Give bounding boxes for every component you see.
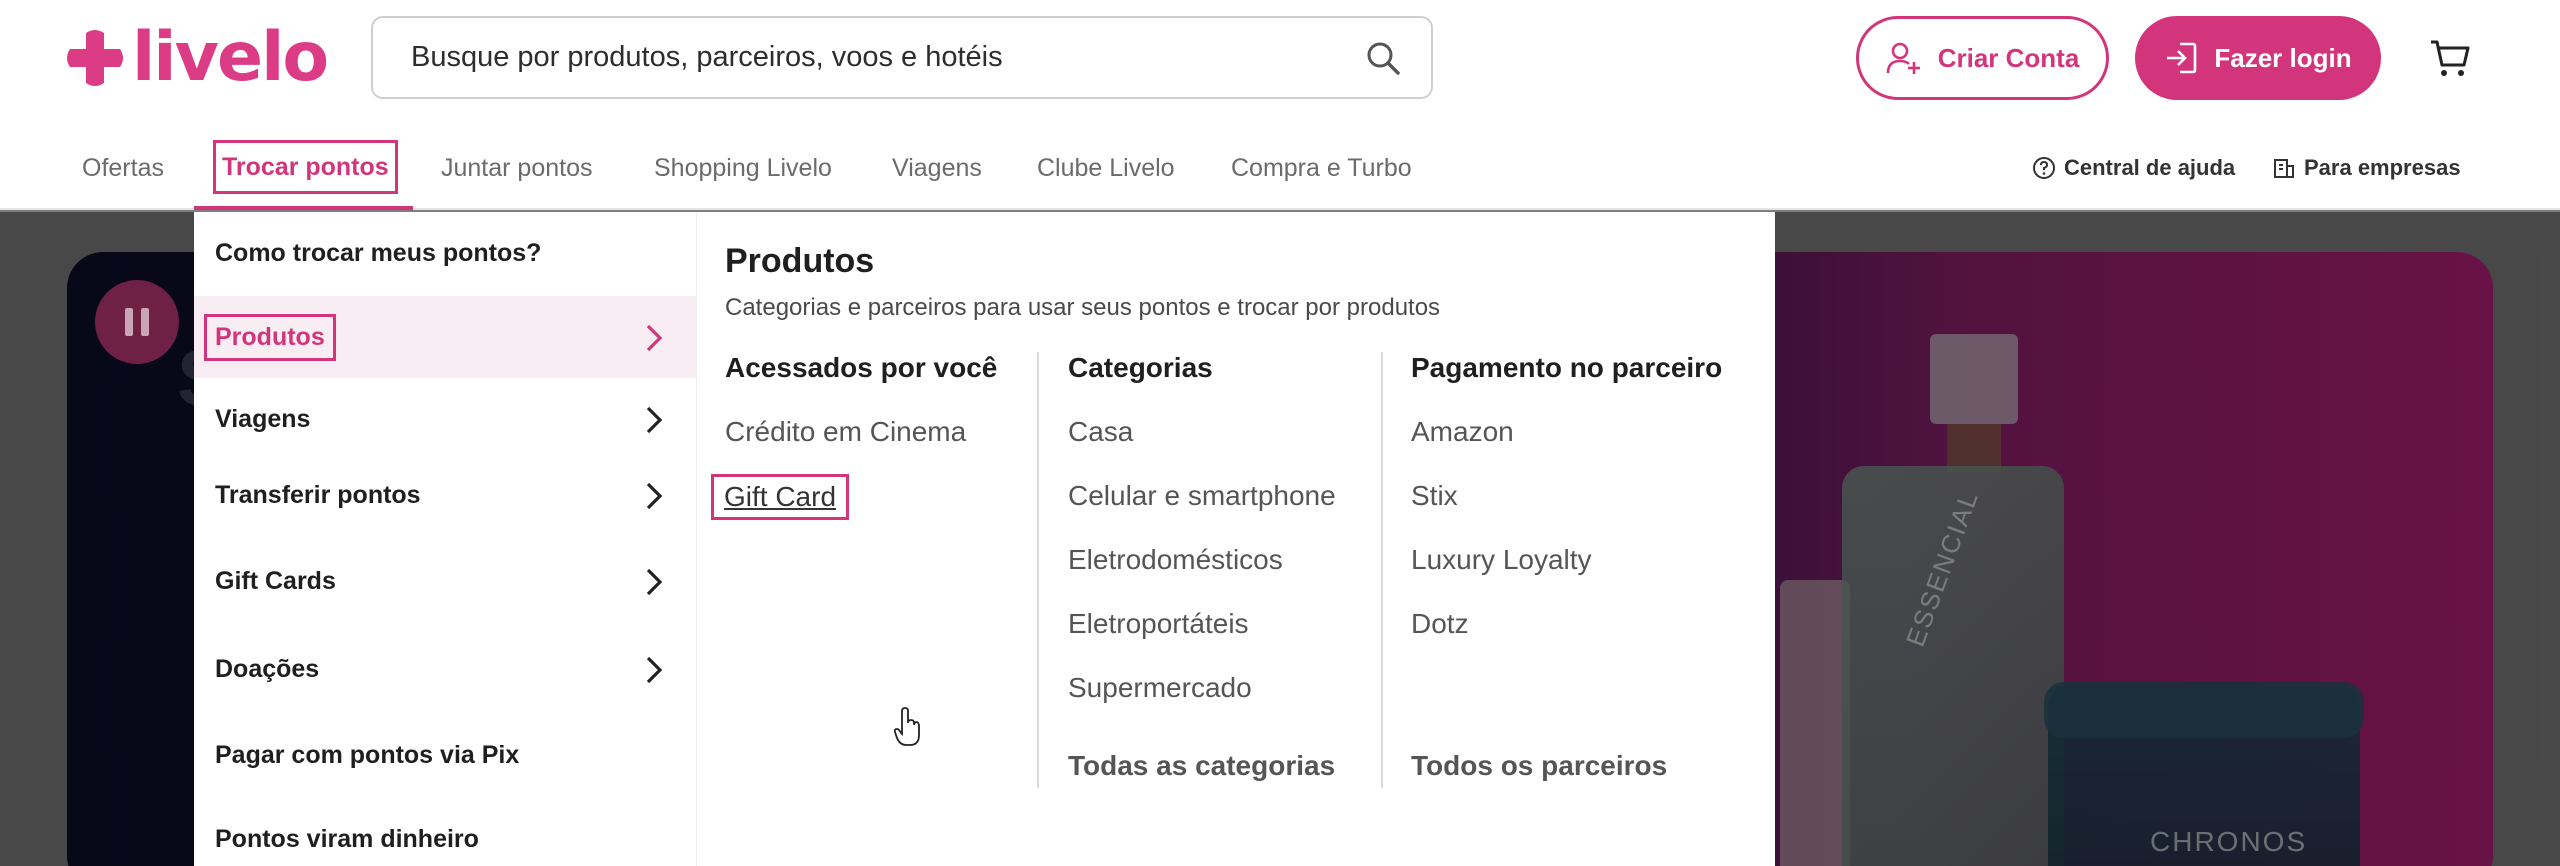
site-header: livelo Busque por produtos, parceiros, v… — [0, 0, 2560, 210]
livelo-plus-icon — [67, 30, 123, 86]
mega-menu-produtos-panel: Produtos Categorias e parceiros para usa… — [696, 212, 1775, 866]
nav-active-underline — [194, 206, 413, 210]
cart-icon[interactable] — [2428, 36, 2472, 80]
column-divider — [1037, 352, 1039, 788]
menu-item-produtos-label: Produtos — [204, 313, 336, 361]
menu-item-produtos[interactable]: Produtos — [194, 296, 696, 378]
chevron-right-icon — [646, 482, 663, 510]
mega-menu-categories: Como trocar meus pontos? Produtos Viagen… — [194, 212, 696, 866]
link-celular[interactable]: Celular e smartphone — [1068, 480, 1336, 512]
search-input[interactable]: Busque por produtos, parceiros, voos e h… — [371, 16, 1433, 99]
chevron-right-icon — [646, 406, 663, 434]
nav-ofertas[interactable]: Ofertas — [82, 148, 164, 188]
menu-item-doacoes-label: Doações — [215, 654, 320, 683]
fazer-login-button[interactable]: Fazer login — [2135, 16, 2381, 100]
link-eletrodomesticos[interactable]: Eletrodomésticos — [1068, 544, 1283, 576]
link-stix[interactable]: Stix — [1411, 480, 1458, 512]
link-eletroportateis[interactable]: Eletroportáteis — [1068, 608, 1249, 640]
link-dotz[interactable]: Dotz — [1411, 608, 1469, 640]
nav-viagens[interactable]: Viagens — [892, 148, 982, 188]
central-de-ajuda-label: Central de ajuda — [2064, 155, 2236, 180]
carousel-pause-button[interactable] — [95, 280, 179, 364]
nav-compra-e-turbo[interactable]: Compra e Turbo — [1231, 148, 1412, 188]
pause-icon — [125, 308, 133, 336]
livelo-logo[interactable]: livelo — [66, 18, 329, 97]
menu-item-gift-cards[interactable]: Gift Cards — [194, 540, 696, 622]
para-empresas-label: Para empresas — [2304, 155, 2461, 180]
link-supermercado[interactable]: Supermercado — [1068, 672, 1252, 704]
menu-item-pontos-dinheiro-label: Pontos viram dinheiro — [215, 824, 479, 853]
menu-item-doacoes[interactable]: Doações — [194, 628, 696, 710]
pause-icon-bar — [141, 308, 149, 336]
menu-item-transferir-pontos[interactable]: Transferir pontos — [194, 454, 696, 536]
column-acessados: Acessados por você Crédito em Cinema Gif… — [711, 352, 1025, 746]
menu-item-pontos-dinheiro[interactable]: Pontos viram dinheiro — [194, 798, 696, 866]
menu-como-trocar[interactable]: Como trocar meus pontos? — [194, 212, 696, 294]
menu-item-transferir-label: Transferir pontos — [215, 480, 421, 509]
menu-item-gift-cards-label: Gift Cards — [215, 566, 336, 595]
link-todos-parceiros[interactable]: Todos os parceiros — [1411, 750, 1667, 782]
menu-item-viagens[interactable]: Viagens — [194, 378, 696, 460]
link-credito-cinema[interactable]: Crédito em Cinema — [725, 416, 966, 448]
menu-item-viagens-label: Viagens — [215, 404, 311, 433]
link-casa[interactable]: Casa — [1068, 416, 1133, 448]
menu-item-pix[interactable]: Pagar com pontos via Pix — [194, 714, 696, 796]
nav-trocar-pontos[interactable]: Trocar pontos — [213, 140, 398, 194]
nav-juntar-pontos[interactable]: Juntar pontos — [441, 148, 593, 188]
column-divider — [1381, 352, 1383, 788]
main-nav: Ofertas Trocar pontos Juntar pontos Shop… — [0, 140, 2560, 210]
help-icon — [2033, 157, 2055, 179]
pointer-hand-icon — [894, 707, 920, 746]
criar-conta-label: Criar Conta — [1937, 42, 2080, 73]
chevron-right-icon — [646, 324, 663, 352]
column-categorias: Categorias Casa Celular e smartphone Ele… — [1068, 352, 1378, 781]
menu-item-pix-label: Pagar com pontos via Pix — [215, 740, 520, 769]
add-user-icon — [1886, 42, 1920, 74]
para-empresas-link[interactable]: Para empresas — [2272, 148, 2461, 188]
link-amazon[interactable]: Amazon — [1411, 416, 1514, 448]
search-icon[interactable] — [1365, 40, 1401, 76]
link-luxury-loyalty[interactable]: Luxury Loyalty — [1411, 544, 1592, 576]
panel-title: Produtos — [725, 242, 875, 280]
panel-subtitle: Categorias e parceiros para usar seus po… — [725, 294, 1441, 321]
criar-conta-button[interactable]: Criar Conta — [1856, 16, 2109, 100]
chevron-right-icon — [646, 568, 663, 596]
link-gift-card[interactable]: Gift Card — [711, 474, 850, 520]
nav-clube-livelo[interactable]: Clube Livelo — [1037, 148, 1175, 188]
central-de-ajuda-link[interactable]: Central de ajuda — [2032, 148, 2235, 188]
nav-shopping-livelo[interactable]: Shopping Livelo — [654, 148, 832, 188]
column-pagamento-parceiro: Pagamento no parceiro Amazon Stix Luxury… — [1411, 352, 1751, 781]
fazer-login-label: Fazer login — [2214, 42, 2352, 73]
menu-como-trocar-label: Como trocar meus pontos? — [215, 238, 542, 267]
column-categorias-heading: Categorias — [1068, 352, 1213, 383]
column-acessados-heading: Acessados por você — [725, 352, 998, 383]
logo-text: livelo — [132, 18, 329, 97]
column-parceiro-heading: Pagamento no parceiro — [1411, 352, 1723, 383]
link-todas-categorias[interactable]: Todas as categorias — [1068, 750, 1335, 782]
search-placeholder: Busque por produtos, parceiros, voos e h… — [411, 41, 1003, 73]
chevron-right-icon — [646, 656, 663, 684]
login-icon — [2167, 42, 2197, 74]
building-icon — [2274, 159, 2294, 178]
